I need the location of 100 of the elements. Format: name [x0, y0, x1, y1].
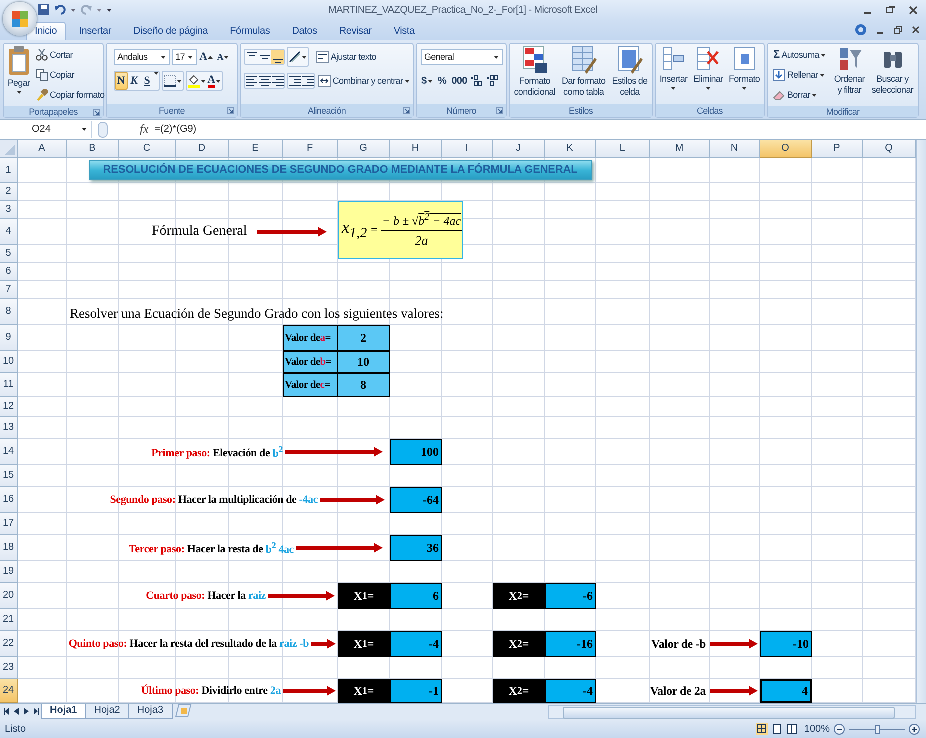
- column-header[interactable]: K: [545, 140, 596, 158]
- column-header[interactable]: P: [812, 140, 863, 158]
- number-format-button[interactable]: %: [436, 72, 449, 90]
- row-header[interactable]: 7: [0, 281, 18, 299]
- row-header[interactable]: 5: [0, 245, 18, 263]
- center-align-icon[interactable]: [258, 74, 271, 88]
- ribbon-button[interactable]: Buscar y seleccionar: [870, 46, 915, 96]
- normal-view-icon[interactable]: [756, 723, 768, 735]
- size-field[interactable]: 17: [172, 49, 197, 65]
- vertical-scrollbar[interactable]: [916, 140, 926, 703]
- number-format-field[interactable]: General: [420, 49, 502, 65]
- horizontal-scrollbar[interactable]: [548, 705, 916, 719]
- row-header[interactable]: 20: [0, 583, 18, 609]
- column-header[interactable]: L: [596, 140, 650, 158]
- decrease-indent-icon[interactable]: [288, 74, 301, 88]
- column-header[interactable]: F: [283, 140, 338, 158]
- column-header[interactable]: I: [442, 140, 493, 158]
- row-header[interactable]: 15: [0, 465, 18, 487]
- ribbon-button[interactable]: Dar formato como tabla: [560, 46, 607, 98]
- launcher-icon[interactable]: [227, 107, 234, 114]
- column-header[interactable]: M: [650, 140, 710, 158]
- save-icon[interactable]: [38, 4, 50, 16]
- row-header[interactable]: 16: [0, 487, 18, 513]
- row-header[interactable]: 24: [0, 679, 18, 703]
- ribbon-button[interactable]: Estilos de celda: [611, 46, 649, 98]
- number-format-button[interactable]: $: [420, 72, 434, 90]
- column-header[interactable]: N: [710, 140, 760, 158]
- column-header[interactable]: E: [229, 140, 283, 158]
- restore-icon[interactable]: [894, 26, 902, 34]
- row-header[interactable]: 21: [0, 609, 18, 631]
- decrease-decimals-icon[interactable]: [486, 75, 500, 87]
- row-header[interactable]: 18: [0, 535, 18, 561]
- ribbon-button[interactable]: Σ Autosuma: [771, 46, 828, 64]
- launcher-icon[interactable]: [403, 107, 410, 114]
- column-header[interactable]: G: [338, 140, 390, 158]
- row-header[interactable]: 3: [0, 201, 18, 219]
- close-icon[interactable]: [912, 26, 920, 34]
- page-layout-icon[interactable]: [771, 723, 784, 735]
- ribbon-button[interactable]: Ordenar y filtrar: [833, 46, 866, 96]
- undo-icon[interactable]: [55, 5, 66, 15]
- row-header[interactable]: 11: [0, 373, 18, 397]
- ribbon-button[interactable]: Insertar: [658, 46, 689, 90]
- grow-font-button[interactable]: A: [198, 48, 214, 66]
- close-icon[interactable]: [909, 6, 918, 14]
- column-header[interactable]: J: [493, 140, 545, 158]
- row-header[interactable]: 8: [0, 299, 18, 325]
- zoom-slider[interactable]: [849, 724, 905, 734]
- page-break-icon[interactable]: [786, 723, 798, 735]
- column-header[interactable]: Q: [863, 140, 916, 158]
- first-sheet-icon[interactable]: [4, 708, 9, 715]
- ribbon-tab[interactable]: Insertar: [70, 22, 120, 40]
- row-header[interactable]: 9: [0, 325, 18, 351]
- font-field[interactable]: Andalus: [114, 49, 170, 65]
- column-header[interactable]: C: [119, 140, 176, 158]
- ribbon-button[interactable]: Eliminar: [692, 46, 724, 90]
- underline-button[interactable]: S: [140, 72, 154, 90]
- column-header[interactable]: A: [18, 140, 67, 158]
- launcher-icon[interactable]: [496, 107, 503, 114]
- last-sheet-icon[interactable]: [34, 708, 39, 715]
- row-header[interactable]: 1: [0, 158, 18, 183]
- sheet-tab[interactable]: Hoja1: [41, 704, 86, 719]
- number-format-button[interactable]: 000: [450, 72, 468, 90]
- ribbon-button[interactable]: Cortar: [34, 46, 107, 64]
- row-header[interactable]: 19: [0, 561, 18, 583]
- paste-button[interactable]: Pegar: [6, 46, 32, 94]
- column-header[interactable]: O: [760, 140, 812, 158]
- increase-indent-icon[interactable]: [300, 74, 314, 88]
- row-header[interactable]: 14: [0, 439, 18, 465]
- bold-button[interactable]: N: [114, 72, 128, 90]
- insert-function-button[interactable]: fx: [140, 122, 149, 137]
- ribbon-tab[interactable]: Datos: [283, 22, 326, 40]
- column-header[interactable]: B: [67, 140, 119, 158]
- row-header[interactable]: 12: [0, 397, 18, 417]
- row-header[interactable]: 2: [0, 183, 18, 201]
- increase-decimals-icon[interactable]: [470, 75, 484, 87]
- ribbon-button[interactable]: Copiar: [34, 66, 107, 84]
- ribbon-tab[interactable]: Diseño de página: [124, 22, 218, 40]
- ribbon-button[interactable]: Copiar formato: [34, 86, 107, 104]
- help-icon[interactable]: [855, 24, 867, 36]
- previous-sheet-icon[interactable]: [14, 708, 19, 715]
- maximize-icon[interactable]: [886, 6, 895, 14]
- shrink-font-button[interactable]: A: [216, 48, 230, 66]
- formula-field[interactable]: =(2)*(G9): [154, 121, 926, 138]
- ribbon-button[interactable]: Borrar: [771, 86, 828, 104]
- left-align-icon[interactable]: [244, 74, 258, 88]
- sheet-tab[interactable]: Hoja2: [85, 704, 130, 719]
- italic-button[interactable]: K: [128, 72, 141, 90]
- launcher-icon[interactable]: [93, 109, 100, 116]
- row-header[interactable]: 23: [0, 657, 18, 679]
- borders-button[interactable]: [162, 72, 183, 90]
- right-align-icon[interactable]: [270, 74, 284, 88]
- ribbon-button[interactable]: Formato: [728, 46, 762, 90]
- bottom-align-icon[interactable]: [270, 50, 284, 64]
- row-header[interactable]: 6: [0, 263, 18, 281]
- row-header[interactable]: 4: [0, 219, 18, 245]
- zoom-in-icon[interactable]: [909, 724, 920, 734]
- column-header[interactable]: D: [176, 140, 229, 158]
- row-header[interactable]: 10: [0, 351, 18, 373]
- wrap-text-button[interactable]: Ajustar texto: [314, 48, 378, 66]
- ribbon-button[interactable]: Rellenar: [771, 66, 828, 84]
